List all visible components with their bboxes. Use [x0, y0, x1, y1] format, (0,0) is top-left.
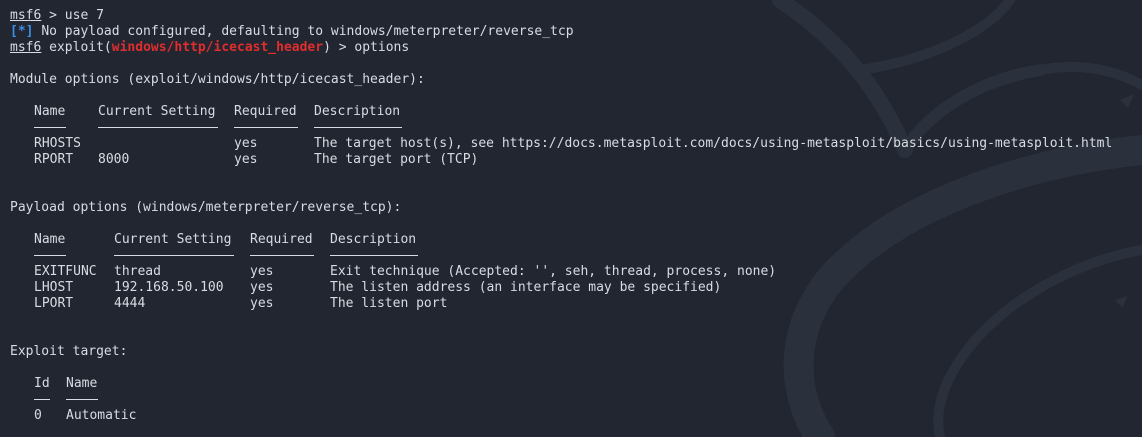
- module-options-title: Module options (exploit/windows/http/ice…: [10, 72, 425, 87]
- prompt-line-use: msf6 > use 7: [10, 8, 574, 24]
- header-rule: [314, 127, 402, 128]
- exploit-target-title: Exploit target:: [10, 344, 128, 359]
- prompt-gt: >: [49, 8, 65, 23]
- option-name: LHOST: [34, 280, 74, 295]
- target-id: 0: [34, 408, 42, 423]
- option-name: LPORT: [34, 296, 74, 311]
- command-text: use 7: [64, 8, 104, 23]
- option-required: yes: [234, 136, 258, 151]
- col-header-name: Name: [66, 376, 98, 391]
- info-text: No payload configured, defaulting to win…: [41, 24, 574, 39]
- option-setting: 8000: [98, 152, 130, 167]
- header-rule: [66, 399, 98, 400]
- prompt-line-options: msf6 exploit(windows/http/icecast_header…: [10, 40, 574, 56]
- option-description: The listen port: [330, 296, 448, 311]
- header-rule: [34, 255, 66, 256]
- target-name: Automatic: [66, 408, 137, 423]
- header-rule: [330, 255, 418, 256]
- col-header-name: Name: [34, 232, 66, 247]
- col-header-required: Required: [250, 232, 313, 247]
- col-header-description: Description: [330, 232, 417, 247]
- option-name: RHOSTS: [34, 136, 81, 151]
- command-text: options: [354, 40, 410, 55]
- prompt-name: msf6: [10, 40, 42, 55]
- exploit-suffix: ): [323, 40, 331, 55]
- option-name: RPORT: [34, 152, 74, 167]
- option-required: yes: [250, 296, 274, 311]
- col-header-setting: Current Setting: [98, 104, 216, 119]
- col-header-setting: Current Setting: [114, 232, 232, 247]
- header-rule: [98, 127, 218, 128]
- option-required: yes: [250, 264, 274, 279]
- header-rule: [34, 399, 50, 400]
- module-name: windows/http/icecast_header: [111, 40, 324, 55]
- info-tag: [*]: [10, 24, 34, 39]
- prompt-gt: >: [338, 40, 355, 55]
- payload-options-title: Payload options (windows/meterpreter/rev…: [10, 200, 402, 215]
- terminal-output: msf6 > use 7 [*] No payload configured, …: [10, 8, 1112, 424]
- header-rule: [114, 255, 234, 256]
- module-options-table: Name Current Setting Required Descriptio…: [10, 104, 1112, 168]
- option-required: yes: [234, 152, 258, 167]
- option-setting: 4444: [114, 296, 146, 311]
- option-description: The target host(s), see https://docs.met…: [314, 136, 1113, 151]
- payload-options-table: Name Current Setting Required Descriptio…: [10, 232, 776, 312]
- option-required: yes: [250, 280, 274, 295]
- header-rule: [250, 255, 314, 256]
- header-rule: [34, 127, 66, 128]
- exploit-target-table: Id Name 0 Automatic: [10, 376, 574, 424]
- option-description: The listen address (an interface may be …: [330, 280, 722, 295]
- header-rule: [234, 127, 298, 128]
- info-line: [*] No payload configured, defaulting to…: [10, 24, 574, 40]
- option-name: EXITFUNC: [34, 264, 97, 279]
- col-header-id: Id: [34, 376, 50, 391]
- col-header-name: Name: [34, 104, 66, 119]
- option-setting: 192.168.50.100: [114, 280, 224, 295]
- col-header-required: Required: [234, 104, 297, 119]
- option-description: The target port (TCP): [314, 152, 479, 167]
- col-header-description: Description: [314, 104, 401, 119]
- exploit-prefix: exploit(: [49, 40, 112, 55]
- option-setting: thread: [114, 264, 161, 279]
- option-description: Exit technique (Accepted: '', seh, threa…: [330, 264, 777, 279]
- prompt-name: msf6: [10, 8, 42, 23]
